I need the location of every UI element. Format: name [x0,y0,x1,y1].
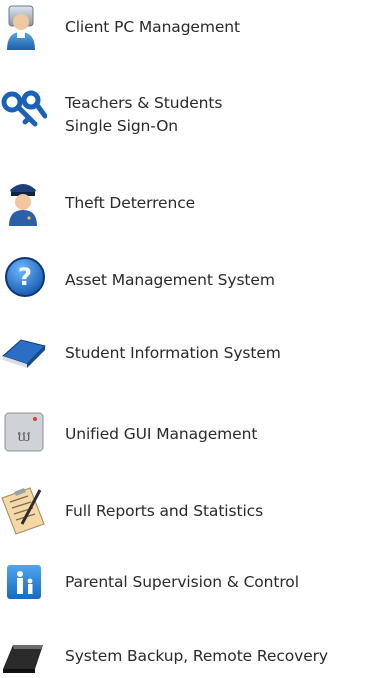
feature-system-backup[interactable]: System Backup, Remote Recovery [0,635,369,678]
svg-text:ឃ: ឃ [17,429,30,445]
police-officer-icon [9,184,37,226]
clipboard-report-icon [1,487,45,535]
feature-label: Teachers & Students Single Sign-On [65,94,223,135]
feature-label: Client PC Management [65,18,241,36]
feature-theft-deterrence[interactable]: Theft Deterrence [0,178,369,228]
feature-label: Theft Deterrence [65,194,196,212]
feature-student-information[interactable]: Student Information System [0,330,369,380]
feature-label: Full Reports and Statistics [65,502,264,520]
feature-asset-management[interactable]: ? Asset Management System [0,255,369,305]
feature-label: System Backup, Remote Recovery [65,647,328,665]
keys-icon [1,90,47,127]
gui-window-icon: ឃ [4,412,44,452]
feature-label: Asset Management System [65,271,275,289]
question-help-icon: ? [5,257,45,297]
client-pc-user-icon [7,5,35,50]
svg-text:?: ? [18,263,32,291]
feature-reports-statistics[interactable]: Full Reports and Statistics [0,484,369,540]
feature-label: Student Information System [65,344,281,362]
parent-child-icon [7,565,41,599]
feature-client-pc-management[interactable]: Client PC Management [0,0,369,56]
feature-label: Unified GUI Management [65,425,258,443]
feature-single-sign-on[interactable]: Teachers & Students Single Sign-On [0,82,369,142]
book-icon [2,339,46,368]
feature-parental-control[interactable]: Parental Supervision & Control [0,563,369,607]
feature-label: Parental Supervision & Control [65,573,299,591]
backup-drive-icon [3,645,43,673]
feature-unified-gui[interactable]: ឃ Unified GUI Management [0,410,369,460]
